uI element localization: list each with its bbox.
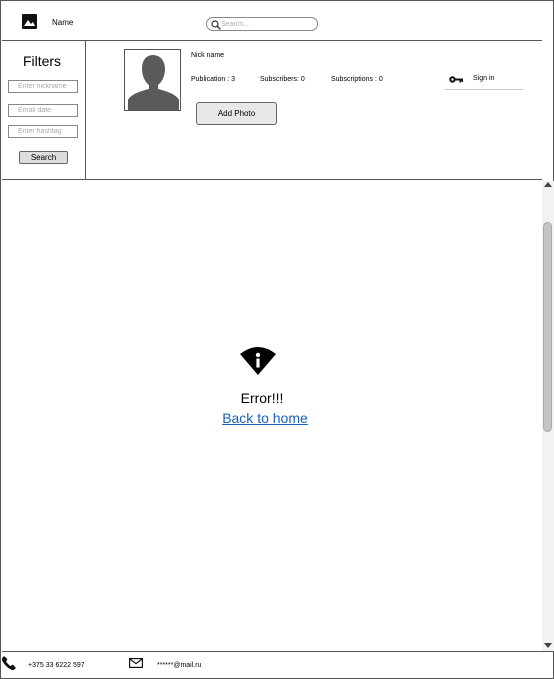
subscriptions-count: Subscriptions : 0 xyxy=(331,76,383,83)
avatar[interactable] xyxy=(124,49,181,111)
phone-icon xyxy=(2,656,16,670)
mail-icon xyxy=(129,658,143,668)
scrollbar-thumb[interactable] xyxy=(543,222,552,432)
publication-count: Publication : 3 xyxy=(191,76,235,83)
filter-search-button[interactable]: Search xyxy=(19,151,68,164)
scroll-down-arrow-icon[interactable] xyxy=(544,643,552,648)
profile-panel: Nick name Publication : 3 Subscribers: 0… xyxy=(86,41,542,180)
filters-title: Filters xyxy=(22,53,62,69)
phone-number: +375 33 6222 597 xyxy=(28,662,85,669)
key-icon xyxy=(449,76,463,83)
user-silhouette-icon xyxy=(125,50,180,110)
filters-panel: Filters Search xyxy=(2,41,86,180)
sign-in-button[interactable]: Sign in xyxy=(445,69,523,90)
header: Name xyxy=(2,2,542,41)
wifi-info-icon xyxy=(240,347,276,375)
app-window: Name Filters Search Nick name Publicatio… xyxy=(0,0,554,679)
search-bar[interactable] xyxy=(206,17,318,31)
footer: +375 33 6222 597 ******@mail.ru xyxy=(2,651,554,678)
subscribers-count: Subscribers: 0 xyxy=(260,76,305,83)
app-name: Name xyxy=(52,18,74,27)
nickname-filter-input[interactable] xyxy=(8,80,78,93)
hashtag-filter-input[interactable] xyxy=(8,125,78,138)
search-input[interactable] xyxy=(221,19,313,29)
scroll-up-arrow-icon[interactable] xyxy=(544,182,552,187)
profile-nickname: Nick name xyxy=(191,52,225,59)
error-message: Error!!! xyxy=(240,390,284,406)
sign-in-label: Sign in xyxy=(473,75,495,82)
email-filter-input[interactable] xyxy=(8,104,78,117)
image-icon xyxy=(22,14,37,29)
vertical-scrollbar[interactable] xyxy=(542,181,554,652)
search-icon[interactable] xyxy=(211,20,221,30)
error-section: Error!!! Back to home xyxy=(2,181,542,650)
back-to-home-link[interactable]: Back to home xyxy=(2,410,528,426)
email-address: ******@mail.ru xyxy=(157,662,202,669)
add-photo-button[interactable]: Add Photo xyxy=(196,102,277,125)
